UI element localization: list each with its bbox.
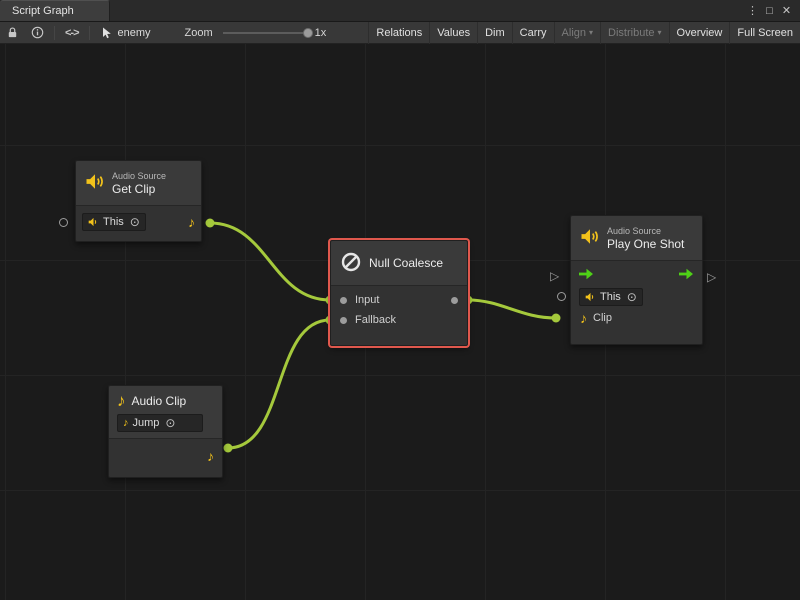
audio-clip-object-field[interactable]: ♪ Jump ⊙: [117, 414, 203, 432]
flow-output-port-triangle[interactable]: ▷: [707, 271, 716, 283]
node-category: Audio Source: [607, 226, 684, 237]
object-picker-icon[interactable]: ⊙: [165, 416, 175, 430]
node-audio-clip[interactable]: ♪ Audio Clip ♪ Jump ⊙ ♪: [108, 385, 223, 478]
node-null-coalesce-header: Null Coalesce: [331, 241, 467, 286]
chevron-down-icon: ▾: [658, 29, 662, 37]
toolbar-separator: [54, 26, 55, 40]
node-get-clip-header: Audio Source Get Clip: [76, 161, 201, 206]
clip-output-icon[interactable]: ♪: [188, 215, 195, 229]
cursor-icon: [102, 27, 113, 39]
fallback-label: Fallback: [355, 314, 396, 326]
speaker-icon: [585, 292, 596, 302]
audio-clip-icon: ♪: [117, 392, 126, 409]
relations-button[interactable]: Relations: [368, 22, 429, 44]
node-null-coalesce-body: Input Fallback: [331, 286, 467, 338]
input-label: Input: [355, 294, 379, 306]
port-dot[interactable]: [206, 219, 215, 228]
node-category: Audio Source: [112, 171, 166, 182]
this-label: This: [600, 291, 621, 303]
toolbar-separator: [89, 26, 90, 40]
node-title: Get Clip: [112, 182, 166, 196]
flow-output-arrow-icon[interactable]: [679, 268, 694, 283]
dim-button[interactable]: Dim: [477, 22, 512, 44]
tab-title: Script Graph: [12, 5, 74, 17]
this-label: This: [103, 216, 124, 228]
node-get-clip-body: This ⊙ ♪: [76, 206, 201, 241]
zoom-value: 1x: [315, 27, 327, 39]
more-menu-icon[interactable]: ⋮: [744, 0, 761, 22]
window-tab-bar: Script Graph ⋮ □ ✕: [0, 0, 800, 22]
node-audio-clip-body: ♪: [109, 439, 222, 477]
script-graph-window: { "window": { "tab_title": "Script Graph…: [0, 0, 800, 600]
wire-getclip-to-input[interactable]: [210, 223, 330, 300]
speaker-icon: [88, 217, 99, 227]
chevron-down-icon: ▾: [589, 29, 593, 37]
fallback-port[interactable]: [340, 317, 347, 324]
flow-input-port-triangle[interactable]: ▷: [550, 270, 559, 282]
overview-button[interactable]: Overview: [669, 22, 730, 44]
wire-output-to-clip[interactable]: [468, 300, 556, 318]
toolbar-buttons: Relations Values Dim Carry Align▾ Distri…: [368, 22, 800, 44]
playoneshot-this-input-port[interactable]: [557, 292, 566, 301]
object-picker-icon[interactable]: ⊙: [130, 215, 140, 229]
tab-script-graph[interactable]: Script Graph: [0, 0, 110, 21]
wire-audioclip-to-fallback[interactable]: [228, 320, 330, 448]
port-dot[interactable]: [224, 444, 233, 453]
graph-canvas[interactable]: Audio Source Get Clip This ⊙ ♪ Null Coal…: [0, 44, 800, 600]
graph-target[interactable]: enemy: [94, 27, 159, 39]
clip-value: Jump: [133, 417, 160, 429]
audio-source-icon: [85, 173, 105, 193]
node-null-coalesce[interactable]: Null Coalesce Input Fallback: [330, 240, 468, 346]
result-output-port[interactable]: [451, 297, 458, 304]
music-note-icon: ♪: [123, 418, 129, 429]
window-controls: ⋮ □ ✕: [744, 0, 800, 21]
graph-toolbar: <-> enemy Zoom 1x Relations Values Dim C…: [0, 22, 800, 44]
graph-target-label: enemy: [118, 27, 151, 39]
port-dot[interactable]: [552, 314, 561, 323]
node-play-one-shot-body: This ⊙ ♪ Clip: [571, 261, 702, 329]
full-screen-button[interactable]: Full Screen: [729, 22, 800, 44]
zoom-slider[interactable]: [223, 32, 309, 34]
node-play-one-shot-header: Audio Source Play One Shot: [571, 216, 702, 261]
align-button: Align▾: [554, 22, 600, 44]
node-title: Play One Shot: [607, 237, 684, 251]
input-port[interactable]: [340, 297, 347, 304]
lock-icon[interactable]: [0, 22, 25, 44]
zoom-label: Zoom: [185, 27, 213, 39]
angle-brackets-icon[interactable]: <->: [59, 22, 85, 44]
clip-output-icon[interactable]: ♪: [207, 449, 214, 463]
this-object-field[interactable]: This ⊙: [82, 213, 146, 231]
maximize-icon[interactable]: □: [761, 0, 778, 22]
node-get-clip[interactable]: Audio Source Get Clip This ⊙ ♪: [75, 160, 202, 242]
node-play-one-shot[interactable]: Audio Source Play One Shot This ⊙: [570, 215, 703, 345]
node-title: Audio Clip: [132, 394, 187, 408]
zoom-slider-handle[interactable]: [303, 28, 313, 38]
audio-source-icon: [580, 228, 600, 248]
object-picker-icon[interactable]: ⊙: [627, 290, 637, 304]
clip-input-icon[interactable]: ♪: [580, 311, 587, 325]
flow-input-arrow-icon[interactable]: [579, 268, 594, 283]
node-title: Null Coalesce: [369, 256, 443, 270]
null-coalesce-icon: [340, 251, 362, 276]
clip-label: Clip: [593, 312, 612, 324]
node-audio-clip-header: ♪ Audio Clip ♪ Jump ⊙: [109, 386, 222, 439]
carry-button[interactable]: Carry: [512, 22, 554, 44]
distribute-button: Distribute▾: [600, 22, 668, 44]
getclip-this-input-port[interactable]: [59, 218, 68, 227]
values-button[interactable]: Values: [429, 22, 477, 44]
close-icon[interactable]: ✕: [778, 0, 795, 22]
info-icon[interactable]: [25, 22, 50, 44]
this-object-field[interactable]: This ⊙: [579, 288, 643, 306]
